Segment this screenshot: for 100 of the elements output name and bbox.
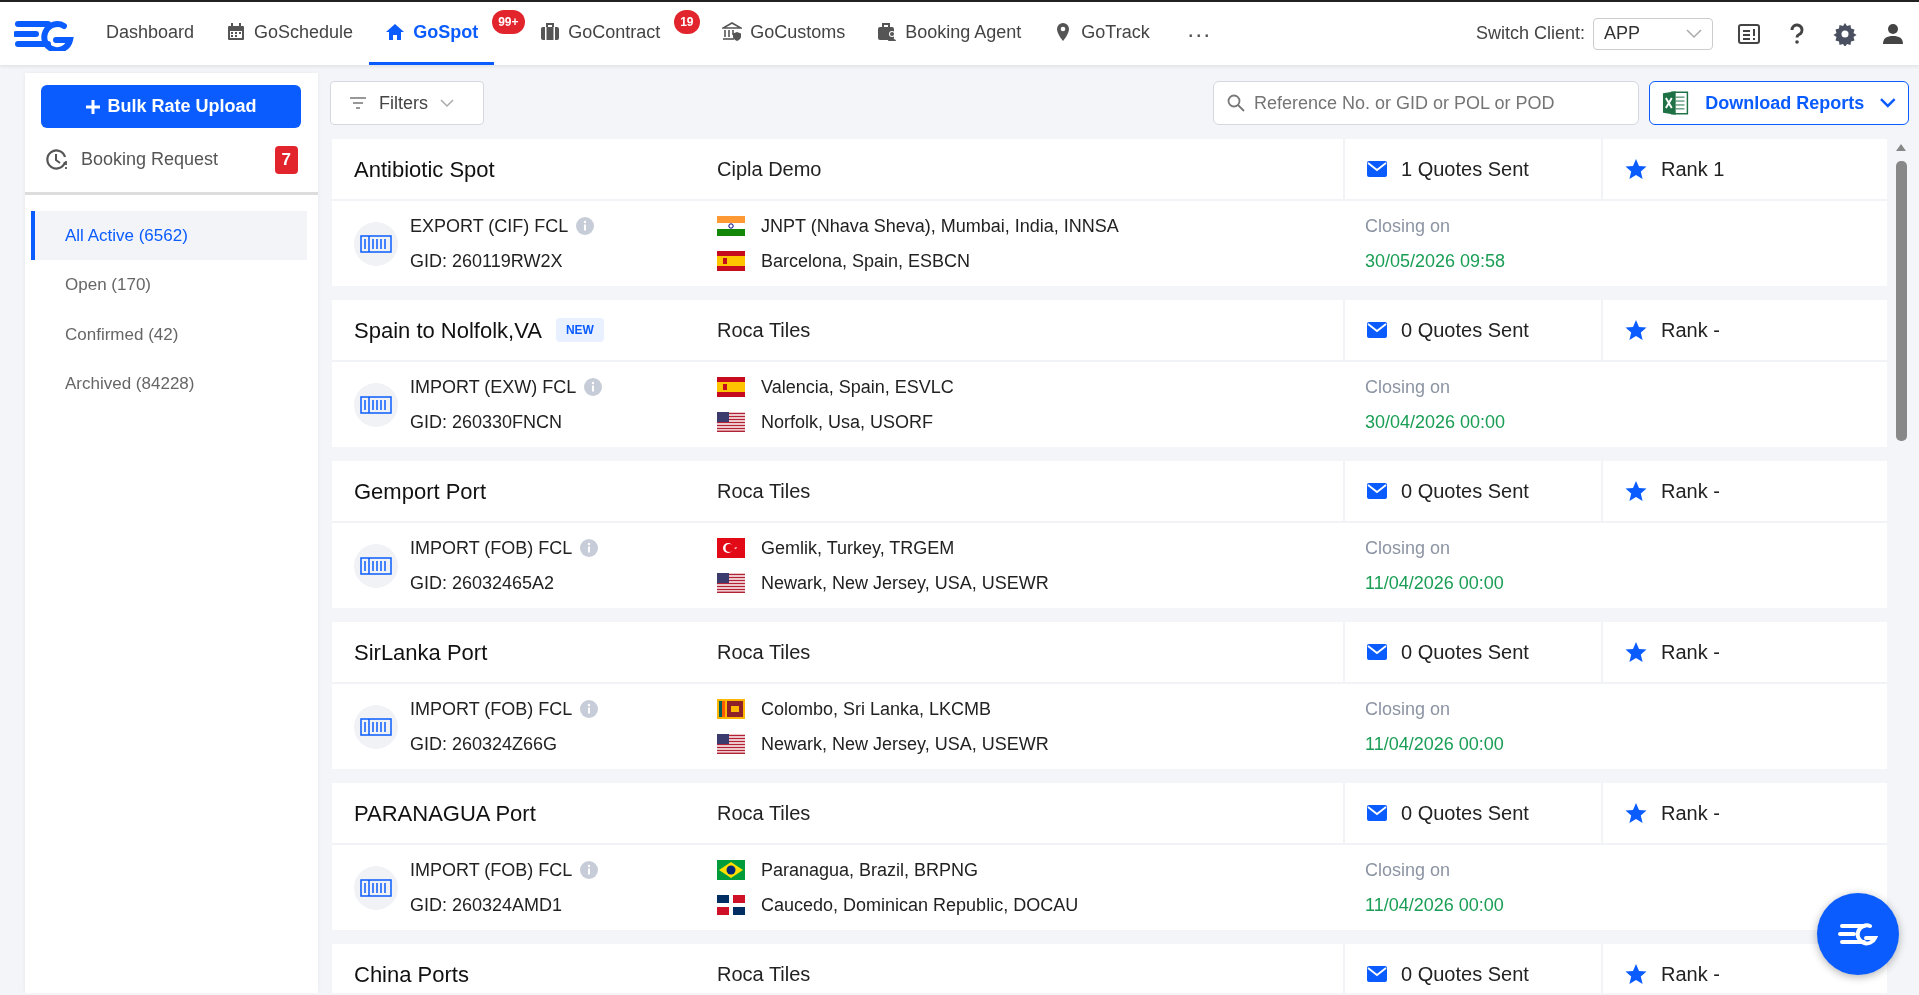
client-name: Roca Tiles: [717, 640, 811, 665]
closing-label: Closing on: [1365, 858, 1452, 882]
status-filter[interactable]: All Active (6562): [31, 210, 307, 260]
spot-title: PARANAGUA Port: [354, 799, 536, 828]
envelope-icon: [1367, 644, 1387, 660]
quotes-count: 0 Quotes Sent: [1401, 318, 1529, 343]
client-select[interactable]: APP: [1593, 17, 1713, 50]
bulk-upload-button[interactable]: Bulk Rate Upload: [41, 85, 301, 128]
spot-card[interactable]: Gemport Port Roca Tiles 0 Quotes Sent Rank - IMPORT (FOB) FCL GID: 26032465A2 Gemlik, Turkey, TRGEM Newark, New Jersey, USA, USEWR Closing on 11/04/2026 00:00: [332, 461, 1887, 608]
chevron-down-icon: [1880, 98, 1896, 108]
chevron-down-icon: [440, 98, 454, 108]
container-icon: [360, 877, 392, 898]
flag-icon: [717, 699, 745, 719]
closing-label: Closing on: [1365, 536, 1452, 560]
flag-icon: [717, 734, 745, 754]
spot-title: Spain to Nolfolk,VA: [354, 316, 542, 345]
closing-label: Closing on: [1365, 214, 1452, 238]
quotes-count: 0 Quotes Sent: [1401, 479, 1529, 504]
clock-icon: [45, 147, 69, 172]
spot-card[interactable]: Antibiotic Spot Cipla Demo 1 Quotes Sent Rank 1 EXPORT (CIF) FCL GID: 260119RW2X JNPT (Nhava Sheva), Mumbai, India, INNSA Barcelona, Spain, ESBCN Closing on 30/05/2026 09:58: [332, 139, 1887, 286]
star-icon: [1625, 158, 1647, 180]
briefcase-icon: [540, 22, 561, 42]
shipment-type: IMPORT (FOB) FCL: [410, 697, 573, 721]
filter-icon: [349, 96, 367, 110]
filters-button[interactable]: Filters: [330, 81, 484, 125]
spot-title: China Ports: [354, 960, 469, 989]
client-name: Roca Tiles: [717, 318, 811, 343]
closing-date: 11/04/2026 00:00: [1365, 571, 1504, 595]
news-icon: [1737, 21, 1761, 46]
container-icon: [360, 233, 392, 254]
status-filter[interactable]: Archived (84228): [31, 359, 307, 409]
port-name: JNPT (Nhava Sheva), Mumbai, India, INNSA: [761, 214, 1119, 238]
quotes-count: 1 Quotes Sent: [1401, 157, 1529, 182]
count-badge: 7: [274, 146, 298, 174]
closing-date: 11/04/2026 00:00: [1365, 893, 1504, 917]
notification-badge: 19: [674, 10, 700, 34]
port-name: Norfolk, Usa, USORF: [761, 410, 934, 434]
rank-label: Rank -: [1661, 801, 1720, 826]
port-name: Colombo, Sri Lanka, LKCMB: [761, 697, 992, 721]
container-icon: [360, 555, 392, 576]
spot-card[interactable]: SirLanka Port Roca Tiles 0 Quotes Sent Rank - IMPORT (FOB) FCL GID: 260324Z66G Colombo, Sri Lanka, LKCMB Newark, New Jersey, USA, USEWR Closing on 11/04/2026 00:00: [332, 622, 1887, 769]
nav-tab[interactable]: GoTrack: [1037, 2, 1166, 65]
nav-tab[interactable]: GoCustoms: [706, 2, 862, 65]
flag-icon: [717, 895, 745, 915]
header-button[interactable]: [1881, 21, 1905, 46]
flag-icon: [717, 860, 745, 880]
nav-tab[interactable]: GoContract: [524, 2, 677, 65]
closing-label: Closing on: [1365, 697, 1452, 721]
nav-tab[interactable]: Booking Agent: [861, 2, 1038, 65]
logo-icon: [1838, 921, 1878, 947]
closing-date: 30/04/2026 00:00: [1365, 410, 1506, 434]
spreadsheet-icon: [1662, 89, 1690, 117]
nav-tab[interactable]: Dashboard: [90, 2, 211, 65]
container-icon: [360, 394, 392, 415]
closing-label: Closing on: [1365, 375, 1452, 399]
star-icon: [1625, 963, 1647, 985]
star-icon: [1625, 480, 1647, 502]
quotes-count: 0 Quotes Sent: [1401, 962, 1529, 987]
spot-card[interactable]: Spain to Nolfolk,VA NEW Roca Tiles 0 Quotes Sent Rank - IMPORT (EXW) FCL GID: 260330FNCN Valencia, Spain, ESVLC Norfolk, Usa, USORF Closing on 30/04/2026 00:00: [332, 300, 1887, 447]
client-name: Roca Tiles: [717, 801, 811, 826]
port-name: Gemlik, Turkey, TRGEM: [761, 536, 955, 560]
status-filter[interactable]: Open (170): [31, 260, 307, 310]
shipment-type: IMPORT (FOB) FCL: [410, 858, 573, 882]
booking-request-link[interactable]: Booking Request 7: [25, 128, 318, 195]
rank-label: Rank -: [1661, 479, 1720, 504]
spot-card[interactable]: China Ports Roca Tiles 0 Quotes Sent Rank -: [332, 944, 1887, 993]
container-icon: [360, 716, 392, 737]
bank-icon: [722, 22, 743, 42]
search-field[interactable]: Reference No. or GID or POL or POD: [1213, 81, 1639, 125]
status-filter[interactable]: Confirmed (42): [31, 309, 307, 359]
more-button[interactable]: ···: [1173, 8, 1224, 59]
flag-icon: [717, 216, 745, 236]
nav-tab[interactable]: GoSchedule: [210, 2, 370, 65]
envelope-icon: [1367, 322, 1387, 338]
quotes-count: 0 Quotes Sent: [1401, 640, 1529, 665]
download-reports-button[interactable]: Download Reports: [1649, 81, 1909, 125]
switch-client-label: Switch Client:: [1475, 22, 1585, 45]
flag-icon: [717, 412, 745, 432]
header-button[interactable]: [1737, 21, 1761, 46]
port-name: Newark, New Jersey, USA, USEWR: [761, 732, 1049, 756]
flag-icon: [717, 251, 745, 271]
spot-card[interactable]: PARANAGUA Port Roca Tiles 0 Quotes Sent Rank - IMPORT (FOB) FCL GID: 260324AMD1 Paranagua, Brazil, BRPNG Caucedo, Dominican Republic, DOCAU Closing on 11/04/2026 00:00: [332, 783, 1887, 930]
header-button[interactable]: [1833, 21, 1857, 46]
shipment-type: IMPORT (FOB) FCL: [410, 536, 573, 560]
port-name: Newark, New Jersey, USA, USEWR: [761, 571, 1049, 595]
flag-icon: [717, 573, 745, 593]
plus-icon: [85, 99, 102, 116]
flag-icon: [717, 377, 745, 397]
gid-text: GID: 260324AMD1: [410, 893, 564, 917]
info-icon: [576, 217, 595, 235]
rank-label: Rank -: [1661, 962, 1720, 987]
nav-tab[interactable]: GoSpot: [369, 2, 495, 65]
shipment-type: IMPORT (EXW) FCL: [410, 375, 577, 399]
rank-label: Rank -: [1661, 640, 1720, 665]
new-badge: NEW: [555, 318, 604, 342]
rank-label: Rank 1: [1661, 157, 1725, 182]
client-name: Roca Tiles: [717, 479, 811, 504]
shipment-type: EXPORT (CIF) FCL: [410, 214, 569, 238]
port-name: Caucedo, Dominican Republic, DOCAU: [761, 893, 1079, 917]
user-icon: [1881, 21, 1905, 46]
